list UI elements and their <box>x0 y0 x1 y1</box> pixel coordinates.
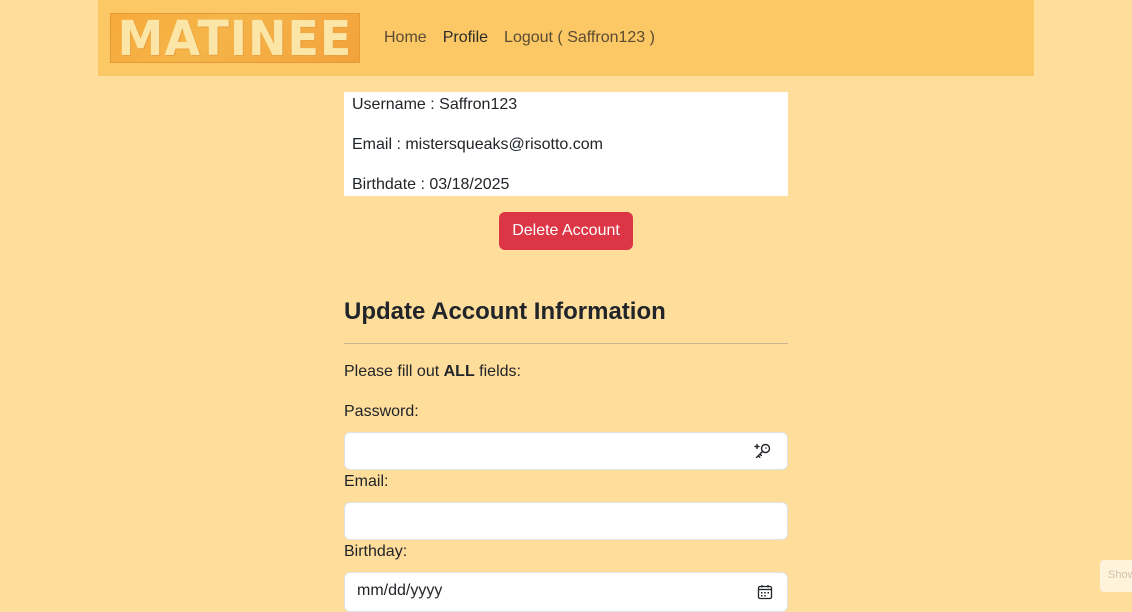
email-input[interactable] <box>344 502 788 540</box>
password-label: Password: <box>344 403 419 420</box>
profile-username: Username : Saffron123 <box>352 96 518 113</box>
profile-birthdate: Birthdate : 03/18/2025 <box>352 176 510 193</box>
email-label: Email: <box>344 473 389 490</box>
profile-info-box: Username : Saffron123 Email : mistersque… <box>344 92 788 196</box>
section-divider <box>344 343 788 344</box>
key-plus-icon[interactable] <box>753 441 773 461</box>
instructions-suffix: fields: <box>474 363 521 380</box>
birthday-label: Birthday: <box>344 543 408 560</box>
nav-profile-link[interactable]: Profile <box>435 29 496 47</box>
delete-account-button[interactable]: Delete Account <box>499 212 633 250</box>
logo-text: MATINEE <box>117 13 353 63</box>
instructions-bold: ALL <box>443 363 475 380</box>
password-input[interactable] <box>344 432 788 470</box>
form-instructions: Please fill out ALL fields: <box>344 363 521 381</box>
nav-logout-link[interactable]: Logout ( Saffron123 ) <box>496 29 663 47</box>
instructions-prefix: Please fill out <box>344 363 444 380</box>
update-section-title: Update Account Information <box>344 298 666 325</box>
nav-links: Home Profile Logout ( Saffron123 ) <box>376 29 663 47</box>
birthday-placeholder: mm/dd/yyyy <box>357 582 443 599</box>
show-side-tab[interactable]: Show <box>1100 560 1132 592</box>
nav-home-link[interactable]: Home <box>376 29 435 47</box>
navbar: MATINEE Home Profile Logout ( Saffron123… <box>98 0 1034 76</box>
calendar-icon[interactable] <box>755 582 775 602</box>
profile-email: Email : mistersqueaks@risotto.com <box>352 136 603 153</box>
matinee-logo[interactable]: MATINEE <box>110 13 360 63</box>
